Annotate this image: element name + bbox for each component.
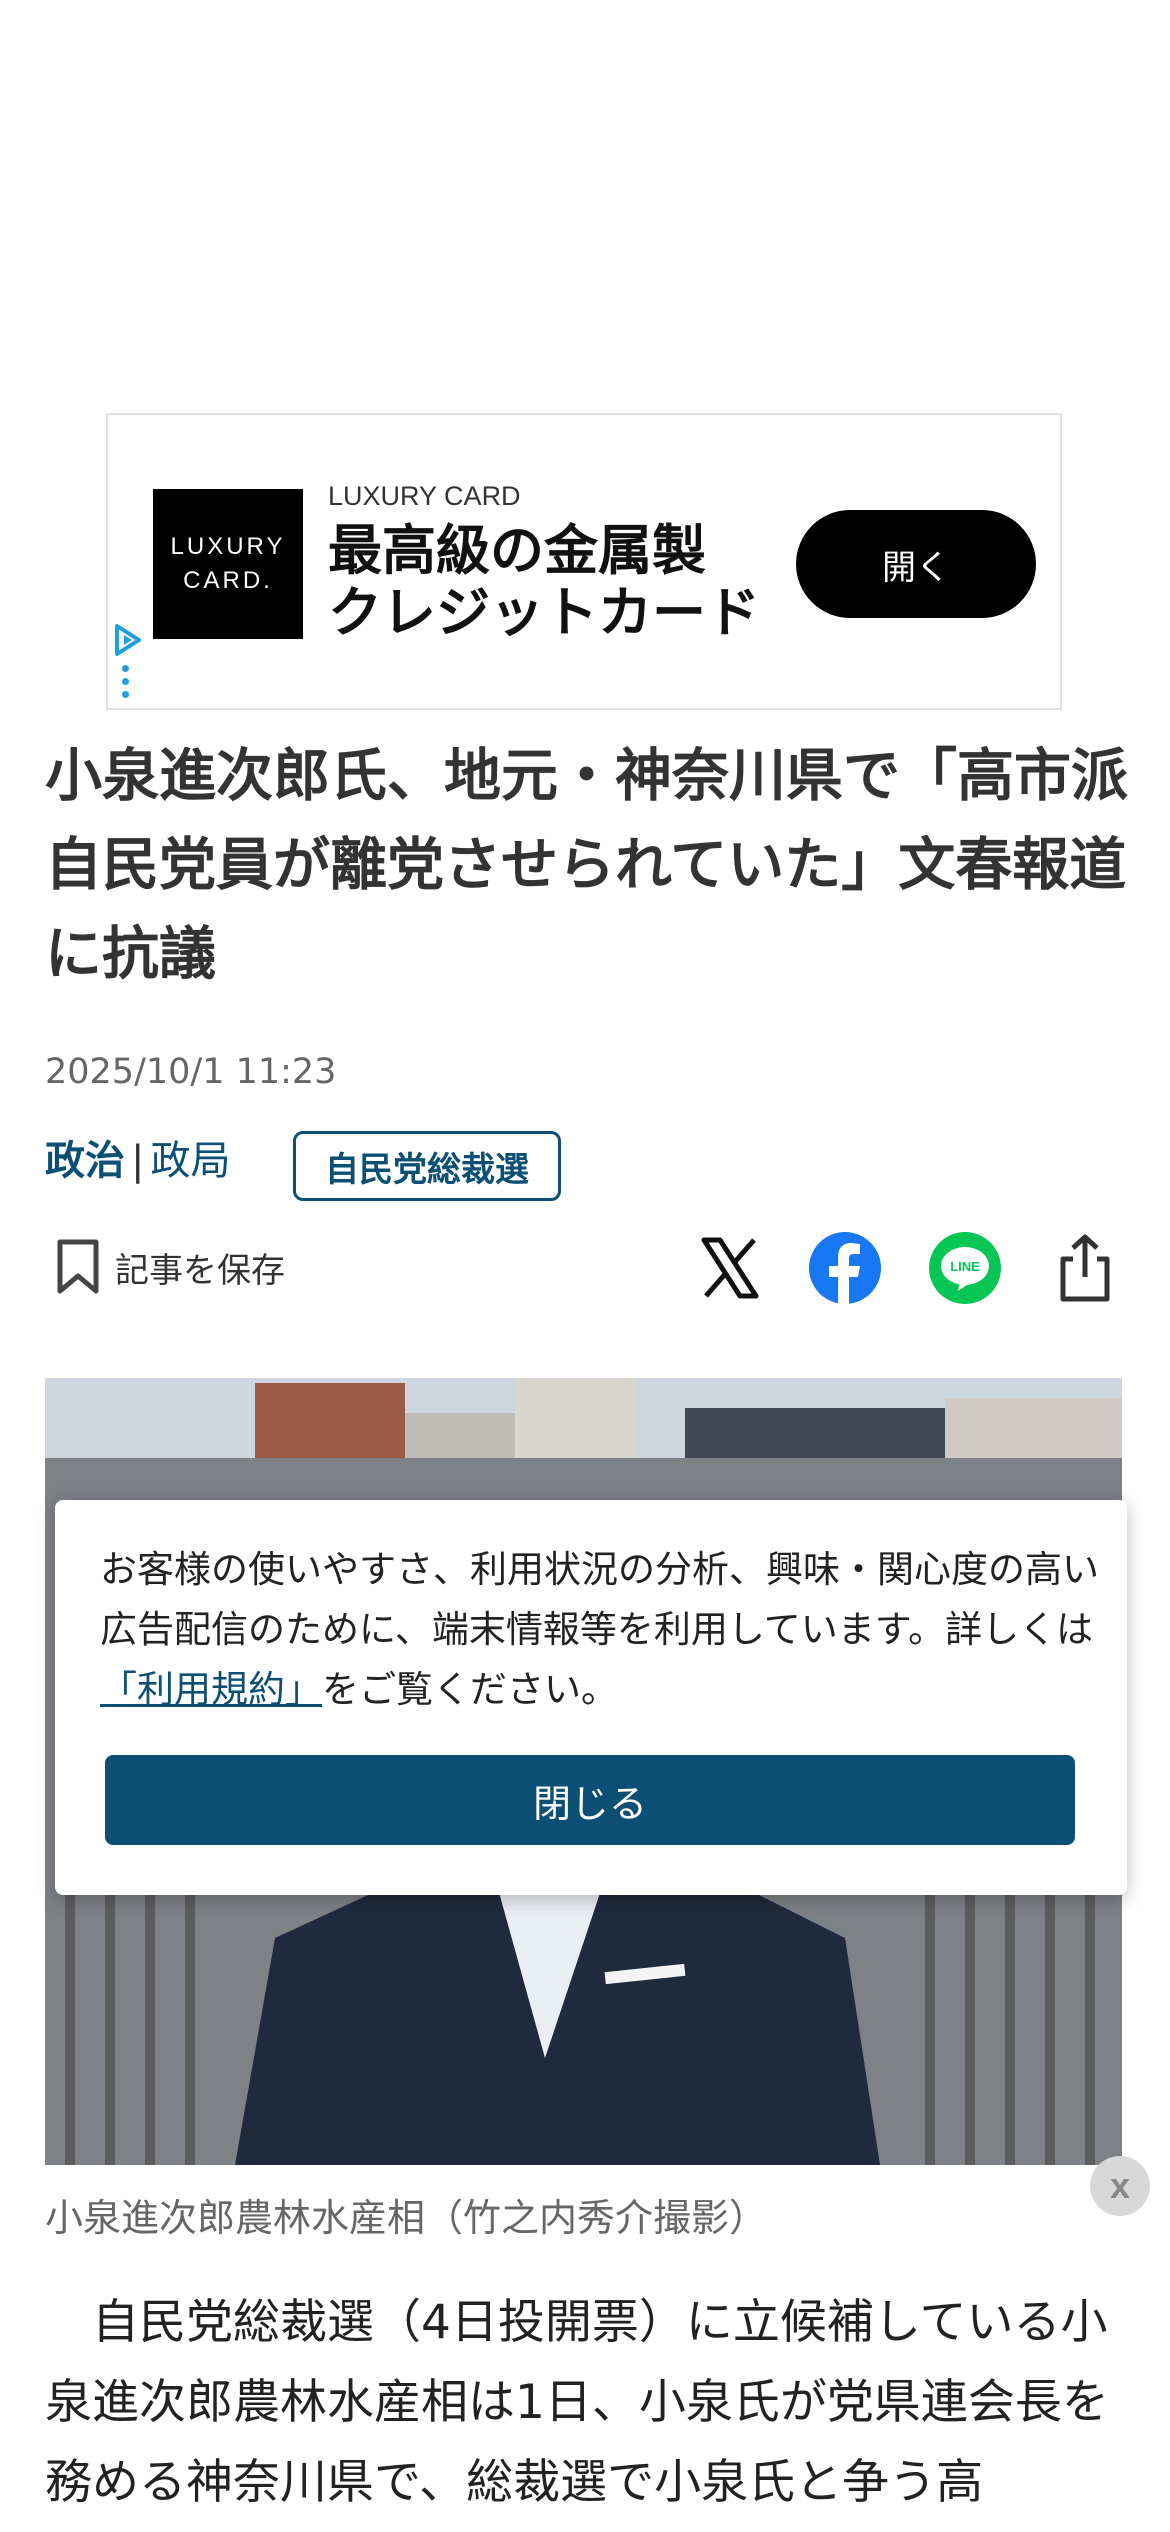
share-more-button[interactable] — [1045, 1228, 1125, 1308]
logo-line2: CARD. — [183, 567, 273, 594]
consent-close-button[interactable]: 閉じる — [105, 1755, 1075, 1845]
ad-headline-line2: クレジットカード — [328, 581, 760, 644]
luxury-card-logo: LUXURY CARD. — [153, 489, 303, 639]
save-article-label: 記事を保存 — [115, 1250, 285, 1291]
x-icon — [701, 1237, 759, 1299]
ad-headline: 最高級の金属製 クレジットカード — [328, 520, 760, 644]
close-icon[interactable]: x — [1090, 2156, 1150, 2216]
consent-text-after: をご覧ください。 — [322, 1668, 618, 1711]
share-line-button[interactable]: LINE — [925, 1228, 1005, 1308]
share-facebook-button[interactable] — [805, 1228, 885, 1308]
ad-headline-line1: 最高級の金属製 — [328, 519, 706, 582]
logo-line1: LUXURY — [170, 533, 286, 560]
topic-tag[interactable]: 自民党総裁選 — [293, 1131, 561, 1201]
line-icon-label: LINE — [950, 1259, 980, 1274]
article-date: 2025/10/1 11:23 — [45, 1052, 337, 1092]
share-x-button[interactable] — [690, 1228, 770, 1308]
line-icon: LINE — [929, 1232, 1001, 1304]
category-politics-link[interactable]: 政治 — [45, 1138, 125, 1184]
bookmark-icon — [57, 1239, 99, 1294]
ad-brand: LUXURY CARD — [328, 481, 521, 511]
consent-text: お客様の使いやすさ、利用状況の分析、興味・関心度の高い広告配信のために、端末情報… — [100, 1540, 1100, 1720]
save-article-button[interactable]: 記事を保存 — [55, 1238, 285, 1296]
article-body: 自民党総裁選（4日投開票）に立候補している小泉進次郎農林水産相は1日、小泉氏が党… — [45, 2295, 1109, 2510]
facebook-icon — [809, 1232, 881, 1305]
adchoices-icon[interactable] — [113, 623, 143, 657]
article-title: 小泉進次郎氏、地元・神奈川県で「高市派自民党員が離党させられていた」文春報道に抗… — [45, 743, 1128, 987]
breadcrumb: 政治 | 政局 — [45, 1128, 230, 1186]
ad-open-button[interactable]: 開く — [796, 510, 1036, 618]
consent-text-before: お客様の使いやすさ、利用状況の分析、興味・関心度の高い広告配信のために、端末情報… — [100, 1548, 1099, 1651]
ad-banner[interactable]: LUXURY CARD. LUXURY CARD 最高級の金属製 クレジットカー… — [106, 413, 1062, 710]
consent-dialog: お客様の使いやすさ、利用状況の分析、興味・関心度の高い広告配信のために、端末情報… — [55, 1500, 1127, 1895]
photo-caption: 小泉進次郎農林水産相（竹之内秀介撮影） — [45, 2196, 768, 2240]
breadcrumb-separator: | — [131, 1138, 145, 1184]
share-icon — [1060, 1234, 1110, 1302]
terms-link[interactable]: 「利用規約」 — [100, 1668, 322, 1711]
ad-menu-icon[interactable] — [122, 665, 130, 705]
category-sub-link[interactable]: 政局 — [150, 1138, 230, 1184]
